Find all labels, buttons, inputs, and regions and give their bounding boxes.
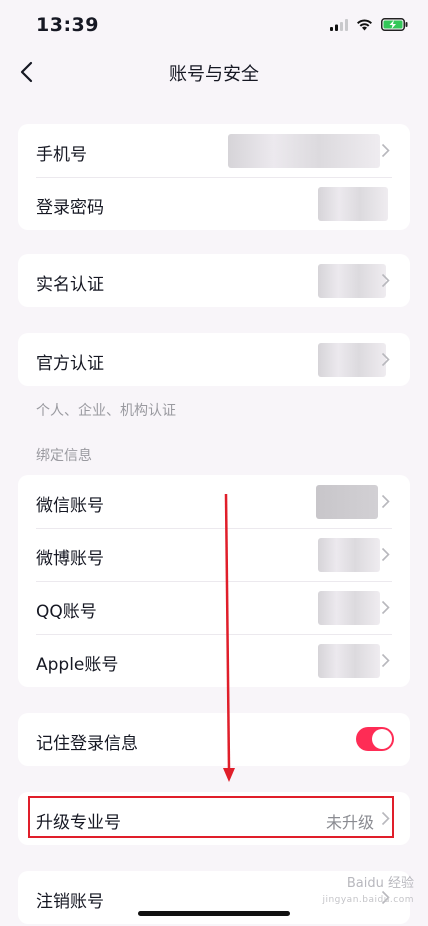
chevron-right-icon <box>381 547 390 562</box>
upgrade-card: 升级专业号 未升级 <box>18 792 410 845</box>
qq-value-redacted <box>318 591 380 625</box>
page-title: 账号与安全 <box>169 64 259 85</box>
status-time: 13:39 <box>36 14 99 36</box>
official-hint: 个人、企业、机构认证 <box>36 403 176 419</box>
account-card: 手机号 登录密码 <box>18 124 410 230</box>
upgrade-label: 升级专业号 <box>36 813 121 833</box>
weibo-label: 微博账号 <box>36 549 104 569</box>
status-bar: 13:39 <box>0 0 428 52</box>
realname-label: 实名认证 <box>36 275 104 295</box>
official-card: 官方认证 <box>18 333 410 386</box>
baidu-watermark: Baidu 经验 jingyan.baidu.com <box>322 876 414 908</box>
watermark-sub: jingyan.baidu.com <box>322 895 414 905</box>
weibo-row[interactable]: 微博账号 <box>18 528 410 581</box>
remember-card: 记住登录信息 <box>18 713 410 766</box>
chevron-right-icon <box>381 653 390 668</box>
phone-value-redacted <box>228 134 380 168</box>
password-label: 登录密码 <box>36 198 104 218</box>
phone-label: 手机号 <box>36 145 87 165</box>
home-indicator <box>138 911 290 916</box>
nav-bar: 账号与安全 <box>0 52 428 92</box>
official-label: 官方认证 <box>36 354 104 374</box>
watermark-main: Baidu 经验 <box>346 876 414 891</box>
official-row[interactable]: 官方认证 <box>18 333 410 386</box>
binding-card: 微信账号 微博账号 QQ账号 Apple账号 <box>18 475 410 687</box>
remember-toggle[interactable] <box>356 727 394 751</box>
qq-label: QQ账号 <box>36 602 97 622</box>
realname-value-redacted <box>318 264 386 298</box>
cellular-signal-icon <box>330 18 348 31</box>
wifi-icon <box>357 18 372 30</box>
wechat-row[interactable]: 微信账号 <box>18 475 410 528</box>
upgrade-row[interactable]: 升级专业号 未升级 <box>18 792 410 845</box>
wechat-label: 微信账号 <box>36 496 104 516</box>
apple-row[interactable]: Apple账号 <box>18 634 410 687</box>
deactivate-label: 注销账号 <box>36 892 104 912</box>
password-row[interactable]: 登录密码 <box>18 177 410 230</box>
wechat-value-redacted <box>316 485 378 519</box>
chevron-right-icon <box>381 811 390 826</box>
remember-row: 记住登录信息 <box>18 713 410 766</box>
upgrade-status: 未升级 <box>325 813 374 832</box>
status-icons <box>330 18 408 31</box>
chevron-right-icon <box>381 143 390 158</box>
apple-label: Apple账号 <box>36 655 119 675</box>
apple-value-redacted <box>318 644 380 678</box>
realname-row[interactable]: 实名认证 <box>18 254 410 307</box>
qq-row[interactable]: QQ账号 <box>18 581 410 634</box>
chevron-right-icon <box>381 494 390 509</box>
weibo-value-redacted <box>318 538 380 572</box>
binding-section-header: 绑定信息 <box>36 448 92 464</box>
password-value-redacted <box>318 187 388 221</box>
chevron-right-icon <box>381 352 390 367</box>
chevron-right-icon <box>381 600 390 615</box>
official-value-redacted <box>318 343 386 377</box>
remember-label: 记住登录信息 <box>36 734 138 754</box>
phone-row[interactable]: 手机号 <box>18 124 410 177</box>
realname-card: 实名认证 <box>18 254 410 307</box>
toggle-knob <box>372 729 392 749</box>
chevron-right-icon <box>381 273 390 288</box>
battery-charging-icon <box>381 18 408 31</box>
